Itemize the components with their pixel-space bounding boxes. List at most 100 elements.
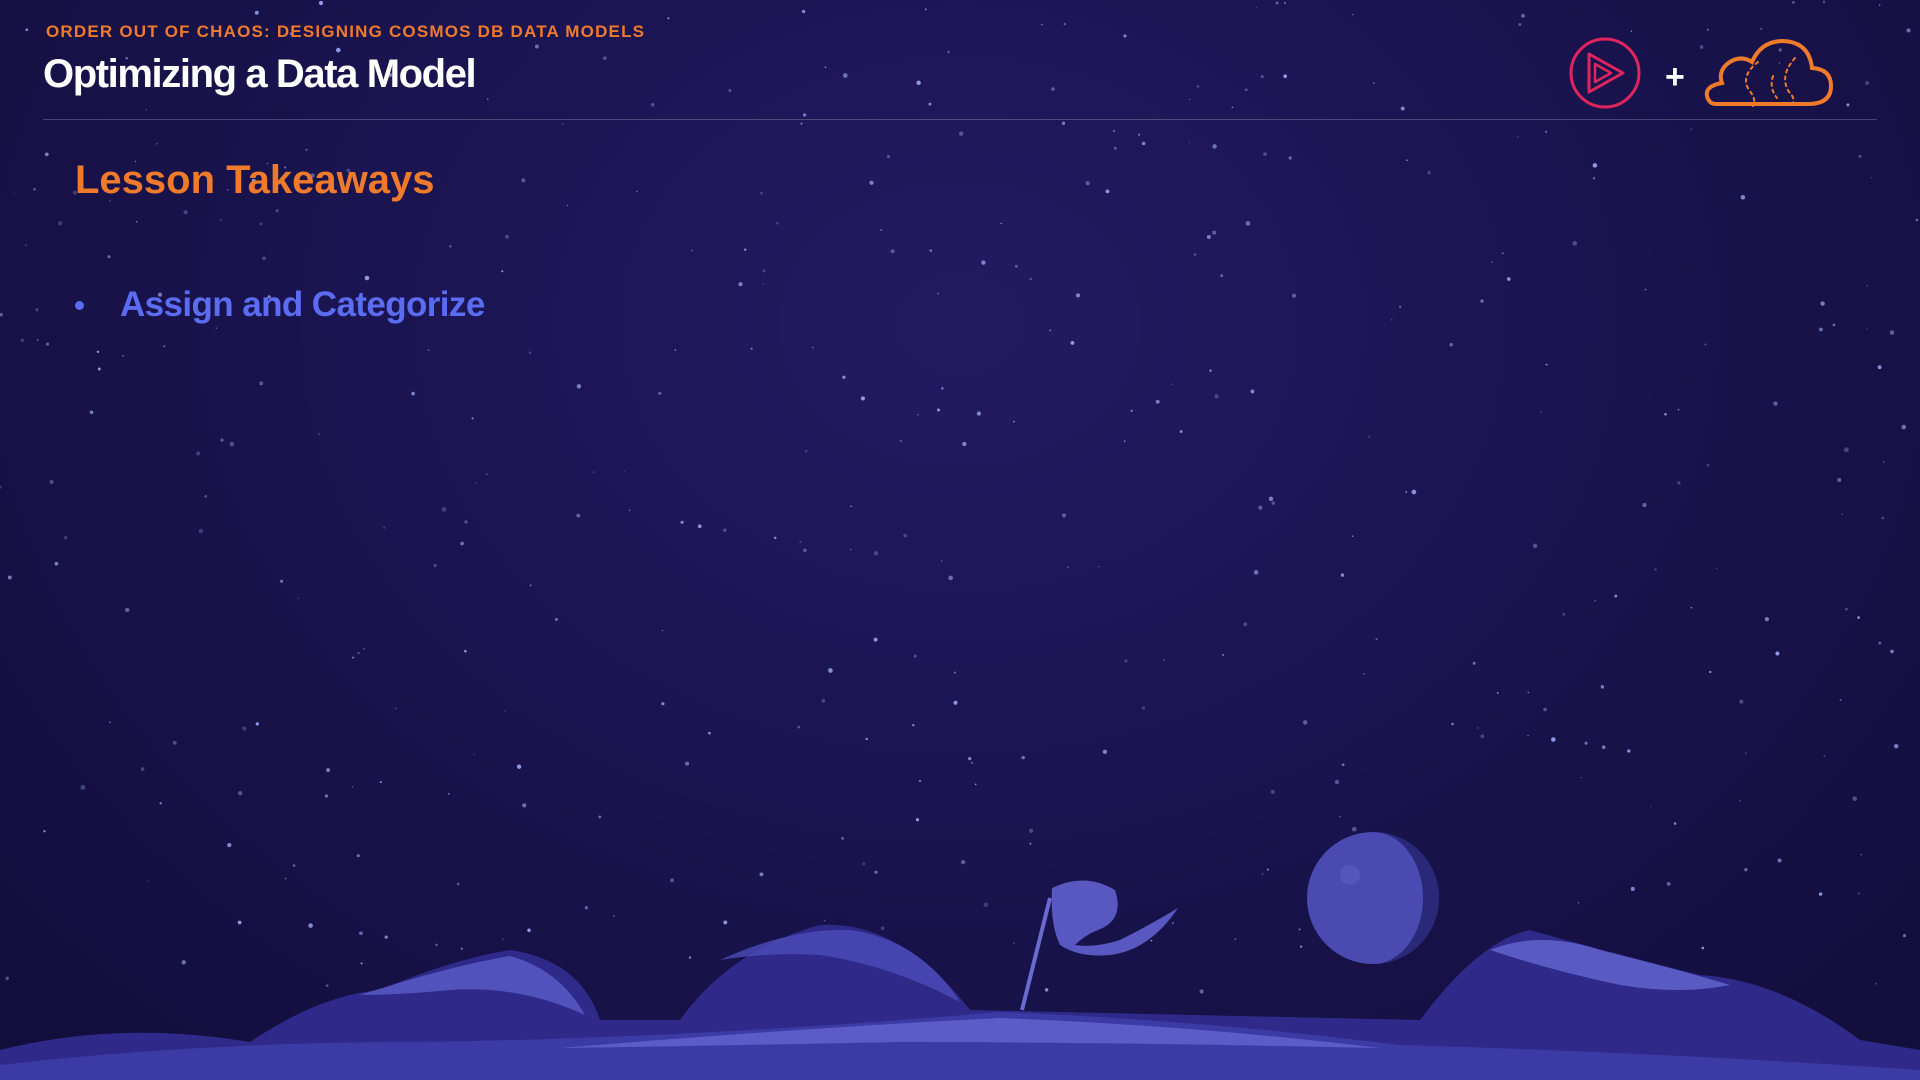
star bbox=[797, 725, 801, 729]
star bbox=[54, 561, 59, 566]
star bbox=[1890, 649, 1894, 654]
star bbox=[1901, 424, 1907, 430]
star bbox=[383, 526, 386, 529]
star bbox=[1141, 706, 1145, 710]
star bbox=[521, 178, 526, 183]
star bbox=[576, 384, 582, 389]
star bbox=[1881, 516, 1884, 520]
star bbox=[1341, 763, 1345, 767]
star bbox=[1400, 106, 1405, 111]
star bbox=[1906, 28, 1911, 33]
star bbox=[1268, 496, 1274, 502]
star bbox=[487, 98, 489, 100]
star bbox=[1263, 152, 1267, 156]
star bbox=[1540, 411, 1542, 413]
star bbox=[801, 9, 806, 14]
star bbox=[486, 473, 488, 475]
star bbox=[650, 102, 655, 107]
star bbox=[140, 767, 145, 771]
star bbox=[297, 597, 300, 599]
star bbox=[172, 740, 177, 745]
star bbox=[198, 528, 204, 534]
star bbox=[981, 260, 986, 265]
star bbox=[636, 190, 638, 193]
star bbox=[1391, 319, 1393, 321]
star bbox=[1013, 420, 1015, 423]
star bbox=[566, 204, 569, 207]
star bbox=[1878, 641, 1882, 645]
star bbox=[357, 652, 360, 655]
star bbox=[1209, 369, 1212, 372]
star bbox=[928, 102, 932, 106]
star bbox=[220, 438, 224, 442]
star bbox=[1123, 34, 1127, 38]
star bbox=[1870, 176, 1873, 179]
star bbox=[107, 255, 111, 259]
star bbox=[1544, 130, 1548, 134]
star bbox=[903, 533, 907, 538]
star bbox=[36, 339, 39, 341]
star bbox=[850, 505, 852, 508]
star bbox=[1255, 7, 1258, 9]
star bbox=[804, 449, 808, 453]
star bbox=[1141, 141, 1146, 146]
star bbox=[1411, 489, 1417, 495]
star bbox=[744, 248, 747, 251]
star bbox=[1562, 612, 1566, 616]
star bbox=[929, 249, 933, 252]
star bbox=[156, 142, 158, 145]
star bbox=[49, 479, 54, 484]
star bbox=[1245, 221, 1251, 226]
star bbox=[811, 346, 814, 349]
star bbox=[1883, 461, 1885, 463]
star bbox=[953, 700, 958, 705]
star bbox=[1759, 27, 1763, 31]
star bbox=[860, 396, 865, 401]
list-item: Assign and Categorize bbox=[75, 285, 485, 325]
star bbox=[109, 721, 111, 724]
star bbox=[1375, 638, 1378, 641]
star bbox=[362, 647, 365, 650]
star bbox=[680, 520, 684, 524]
star bbox=[1878, 4, 1881, 6]
star bbox=[728, 88, 732, 93]
star bbox=[449, 245, 452, 248]
star bbox=[1196, 85, 1200, 88]
star bbox=[1283, 74, 1288, 79]
section-title: Lesson Takeaways bbox=[75, 158, 435, 202]
cloud-logo-icon bbox=[1704, 38, 1834, 107]
star bbox=[89, 410, 94, 415]
star bbox=[1130, 409, 1133, 412]
star bbox=[685, 761, 690, 766]
star bbox=[1061, 121, 1066, 126]
star bbox=[1067, 566, 1070, 568]
plus-icon: + bbox=[1665, 58, 1685, 96]
star bbox=[1170, 383, 1173, 385]
star bbox=[1690, 128, 1693, 130]
star bbox=[1820, 301, 1825, 306]
star bbox=[937, 292, 939, 295]
star bbox=[976, 411, 981, 416]
star bbox=[242, 726, 247, 731]
star bbox=[183, 210, 188, 215]
star bbox=[962, 441, 967, 447]
star bbox=[1527, 734, 1529, 737]
star bbox=[1706, 463, 1710, 467]
star bbox=[1889, 330, 1895, 335]
star bbox=[1677, 408, 1680, 411]
star bbox=[1449, 342, 1453, 347]
star bbox=[1775, 651, 1780, 656]
star bbox=[534, 44, 539, 49]
star bbox=[471, 417, 474, 420]
star bbox=[1051, 87, 1055, 91]
star bbox=[394, 707, 397, 710]
star bbox=[441, 507, 447, 512]
star bbox=[1846, 103, 1850, 107]
star bbox=[1545, 363, 1548, 366]
star bbox=[1253, 570, 1259, 575]
star bbox=[1275, 1, 1279, 5]
star bbox=[1029, 277, 1032, 281]
star bbox=[1792, 1, 1795, 4]
star bbox=[1551, 737, 1556, 742]
star bbox=[912, 724, 915, 727]
